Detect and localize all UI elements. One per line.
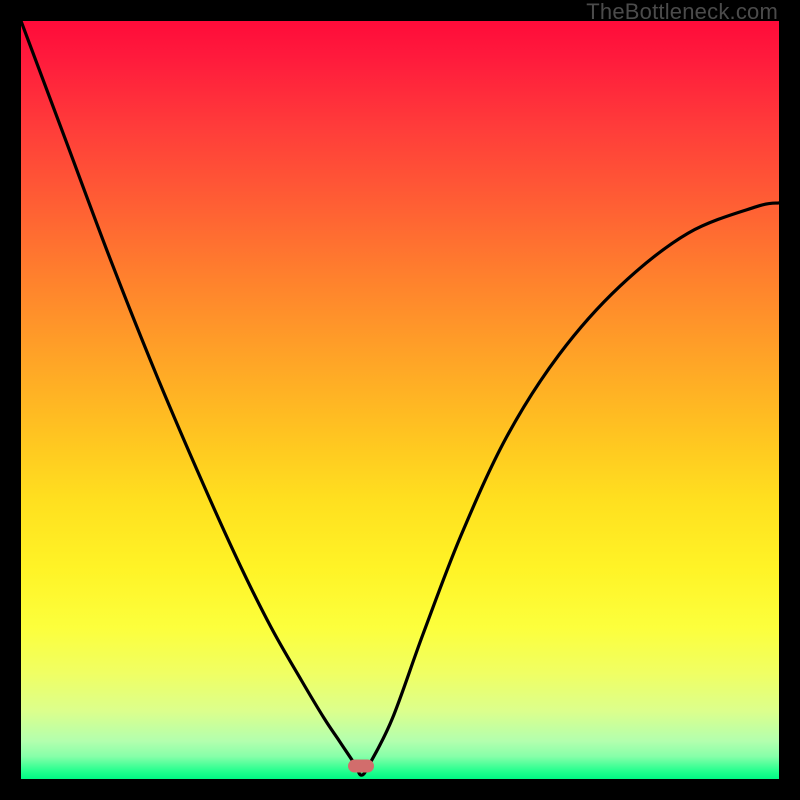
bottleneck-curve — [21, 21, 779, 775]
outer-frame: TheBottleneck.com — [0, 0, 800, 800]
min-marker — [348, 760, 374, 773]
watermark-text: TheBottleneck.com — [586, 0, 778, 23]
curve-svg — [21, 21, 779, 779]
plot-area — [21, 21, 779, 779]
